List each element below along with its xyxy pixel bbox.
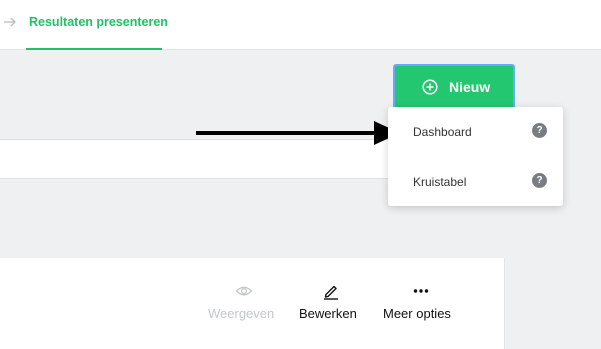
more-options-button[interactable]: Meer opties <box>380 258 460 349</box>
menu-item-label: Dashboard <box>413 125 472 139</box>
new-dropdown-menu: Dashboard ? Kruistabel ? <box>388 107 563 206</box>
new-button-label: Nieuw <box>449 79 491 95</box>
more-options-label: Meer opties <box>383 306 451 321</box>
view-label: Weergeven <box>208 306 275 321</box>
help-icon[interactable]: ? <box>532 173 547 188</box>
active-tab-indicator <box>26 48 162 50</box>
breadcrumb-arrow-icon <box>3 15 17 29</box>
help-icon[interactable]: ? <box>532 123 547 138</box>
menu-item-label: Kruistabel <box>413 175 467 189</box>
item-card: Weergeven Bewerken Meer opties <box>0 258 505 349</box>
top-navigation-bar: Resultaten presenteren <box>0 0 601 50</box>
view-button: Weergeven <box>204 258 282 349</box>
new-button[interactable]: Nieuw <box>393 64 515 110</box>
edit-label: Bewerken <box>299 306 357 321</box>
tab-label: Resultaten presenteren <box>29 15 168 29</box>
plus-circle-icon <box>422 79 438 95</box>
menu-item-kruistabel[interactable]: Kruistabel ? <box>388 157 563 206</box>
eye-icon <box>235 282 253 300</box>
pencil-icon <box>322 282 340 300</box>
edit-button[interactable]: Bewerken <box>296 258 366 349</box>
ellipsis-icon <box>412 282 430 300</box>
annotation-arrow-icon <box>196 118 402 148</box>
menu-item-dashboard[interactable]: Dashboard ? <box>388 107 563 156</box>
tab-resultaten-presenteren[interactable]: Resultaten presenteren <box>26 0 168 50</box>
